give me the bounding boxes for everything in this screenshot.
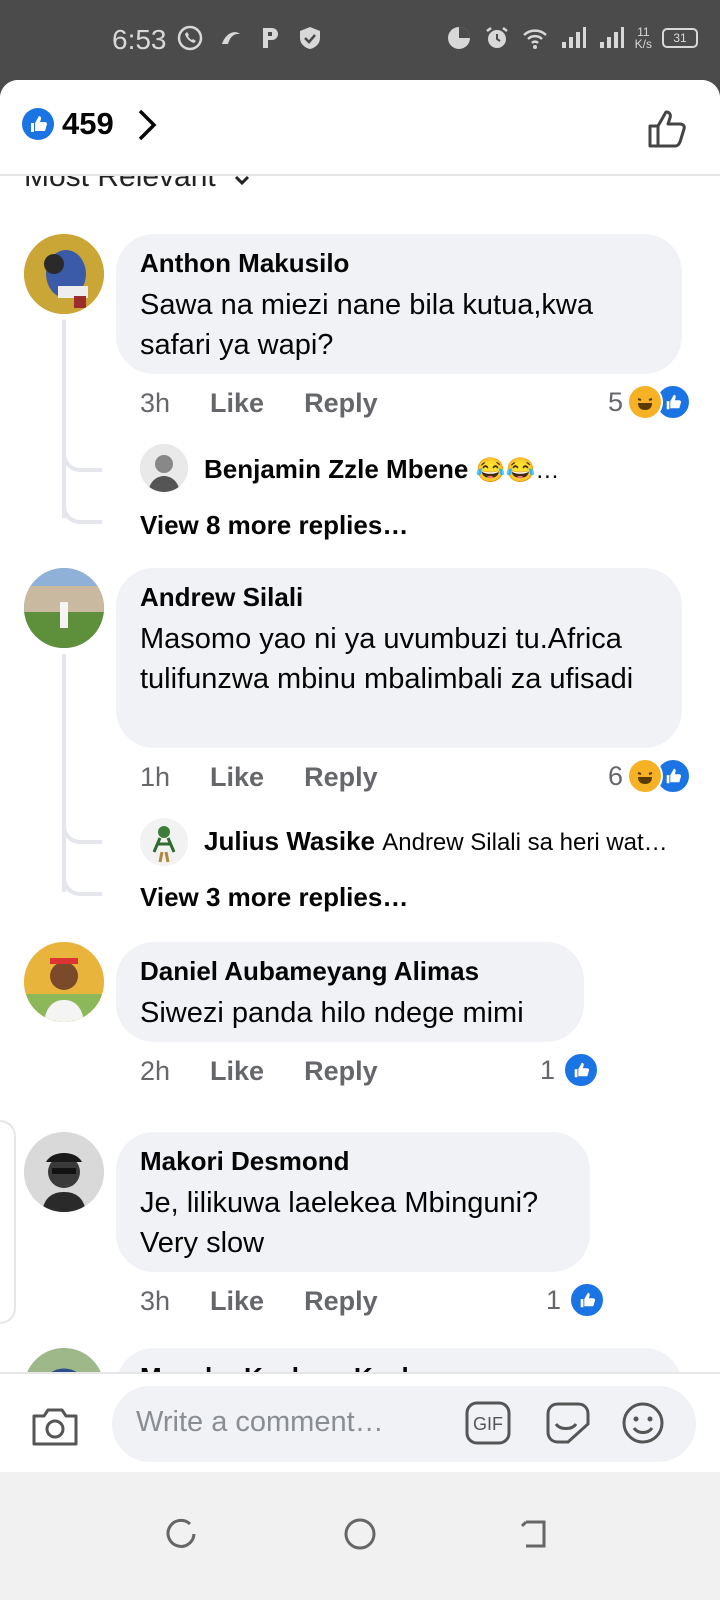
system-nav-bar	[0, 1472, 720, 1600]
view-more-replies[interactable]: View 8 more replies…	[140, 510, 408, 541]
home-button-icon[interactable]	[342, 1516, 378, 1557]
reaction-summary[interactable]: 6	[608, 758, 692, 794]
like-button[interactable]: Like	[210, 1286, 264, 1317]
reactions-header: 459	[0, 80, 720, 176]
avatar[interactable]	[24, 234, 104, 314]
reply-avatar[interactable]	[140, 444, 188, 492]
comment-author[interactable]: Makori Desmond	[140, 1146, 566, 1177]
network-speed: 11 K/s	[635, 26, 652, 50]
avatar[interactable]	[24, 568, 104, 648]
comment-actions: 3h Like Reply	[140, 388, 378, 419]
reaction-count: 5	[608, 386, 624, 417]
like-count[interactable]: 459	[62, 106, 114, 142]
reaction-summary[interactable]: 1	[540, 1052, 600, 1088]
sticker-icon[interactable]	[542, 1400, 592, 1451]
like-button[interactable]: Like	[210, 388, 264, 419]
reaction-summary[interactable]: 1	[546, 1282, 606, 1318]
comment-input-placeholder: Write a comment…	[136, 1406, 384, 1438]
reply-avatar[interactable]	[140, 818, 188, 866]
reply-author: Benjamin Zzle Mbene	[204, 454, 469, 484]
like-emoji-icon	[569, 1282, 606, 1318]
comment-bubble[interactable]: Andrew Silali Masomo yao ni ya uvumbuzi …	[116, 568, 682, 748]
recents-button-icon[interactable]	[164, 1516, 200, 1557]
like-outline-icon[interactable]	[646, 106, 690, 155]
reply-button[interactable]: Reply	[304, 1286, 378, 1317]
comment-author[interactable]: Anthon Makusilo	[140, 248, 658, 279]
side-edge-panel[interactable]	[0, 1120, 16, 1324]
reply-snippet: 😂😂…	[475, 457, 560, 484]
shield-icon	[296, 24, 324, 52]
network-speed-unit: K/s	[634, 37, 652, 51]
comment-time: 3h	[140, 1286, 171, 1316]
app-icon	[216, 24, 244, 52]
signal-icon-2	[597, 24, 625, 52]
chevron-right-icon[interactable]	[136, 108, 158, 147]
comment-bubble[interactable]: Makori Desmond Je, lilikuwa laelekea Mbi…	[116, 1132, 590, 1272]
signal-icon-1	[559, 24, 587, 52]
emoji-icon[interactable]	[620, 1400, 666, 1451]
back-button-icon[interactable]	[518, 1516, 554, 1557]
reply-button[interactable]: Reply	[304, 388, 378, 419]
comment-input[interactable]: Write a comment… GIF	[112, 1386, 696, 1462]
data-saver-icon	[445, 24, 473, 52]
comment-author[interactable]: Andrew Silali	[140, 582, 658, 613]
avatar[interactable]	[24, 1132, 104, 1212]
reply-preview[interactable]: Benjamin Zzle Mbene 😂😂…	[204, 454, 559, 485]
haha-emoji-icon	[627, 384, 664, 420]
system-icons: 11 K/s 31	[445, 24, 698, 52]
comment-author[interactable]: Daniel Aubameyang Alimas	[140, 956, 560, 987]
like-button[interactable]: Like	[210, 1056, 264, 1087]
comment-bubble[interactable]: Daniel Aubameyang Alimas Siwezi panda hi…	[116, 942, 584, 1042]
reaction-count: 1	[540, 1054, 556, 1085]
comment-text: Masomo yao ni ya uvumbuzi tu.Africa tuli…	[140, 623, 634, 695]
comment-time: 3h	[140, 388, 171, 418]
notification-icons	[176, 24, 324, 52]
status-bar: 6:53 11 K/s 31	[0, 0, 720, 80]
comments-sheet: 459 Most Relevant Anthon Makusilo Sawa n…	[0, 80, 720, 1600]
avatar[interactable]	[24, 942, 104, 1022]
like-emoji-icon	[563, 1052, 600, 1088]
reaction-count: 1	[546, 1284, 562, 1315]
like-reaction-icon[interactable]	[22, 108, 54, 140]
alarm-icon	[483, 24, 511, 52]
reply-preview[interactable]: Julius Wasike Andrew Silali sa heri wat…	[204, 826, 668, 857]
comment-text: Je, lilikuwa laelekea Mbinguni? Very slo…	[140, 1187, 539, 1259]
comment-actions: 3h Like Reply	[140, 1286, 378, 1317]
comment-composer: Write a comment… GIF	[0, 1372, 720, 1474]
reply-button[interactable]: Reply	[304, 762, 378, 793]
reply-author: Julius Wasike	[204, 826, 375, 856]
like-button[interactable]: Like	[210, 762, 264, 793]
whatsapp-icon	[176, 24, 204, 52]
reply-snippet: Andrew Silali sa heri wat…	[382, 829, 668, 856]
comment-bubble[interactable]: Anthon Makusilo Sawa na miezi nane bila …	[116, 234, 682, 374]
reaction-summary[interactable]: 5	[608, 384, 692, 420]
comment-text: Sawa na miezi nane bila kutua,kwa safari…	[140, 289, 593, 361]
camera-icon[interactable]	[30, 1404, 80, 1453]
comment-text: Siwezi panda hilo ndege mimi	[140, 997, 524, 1029]
status-time: 6:53	[112, 24, 167, 55]
gif-label: GIF	[473, 1414, 503, 1434]
reply-button[interactable]: Reply	[304, 1056, 378, 1087]
reaction-count: 6	[608, 760, 624, 791]
comment-actions: 1h Like Reply	[140, 762, 378, 793]
comment-actions: 2h Like Reply	[140, 1056, 378, 1087]
haha-emoji-icon	[627, 758, 664, 794]
comment-time: 1h	[140, 762, 171, 792]
view-more-replies[interactable]: View 3 more replies…	[140, 882, 408, 913]
wifi-icon	[521, 24, 549, 52]
comment-time: 2h	[140, 1056, 171, 1086]
battery-icon: 31	[662, 28, 698, 48]
p-app-icon	[256, 24, 284, 52]
gif-icon[interactable]: GIF	[464, 1400, 512, 1451]
